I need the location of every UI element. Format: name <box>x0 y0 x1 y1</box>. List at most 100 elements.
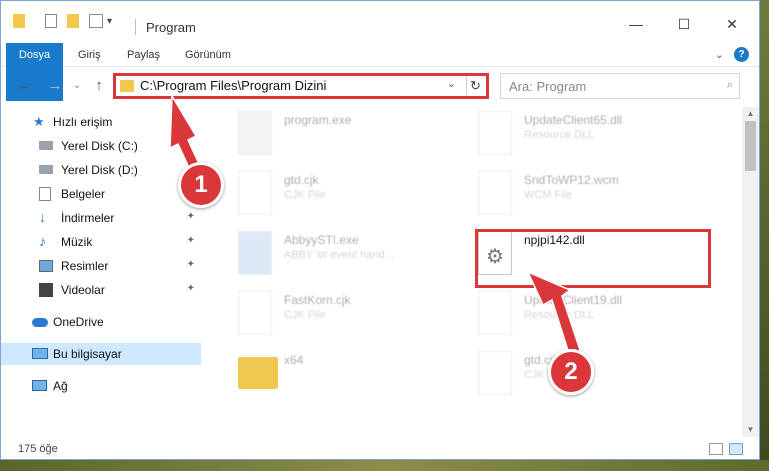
scroll-thumb[interactable] <box>745 121 756 171</box>
file-icon <box>238 291 272 335</box>
file-name: AbbyySTI.exe <box>284 233 359 247</box>
scroll-down-icon[interactable]: ▼ <box>742 423 759 437</box>
sidebar-item-downloads[interactable]: ↓ İndirmeler ✦ <box>1 207 201 229</box>
vertical-scrollbar[interactable]: ▲ ▼ <box>742 107 759 437</box>
callout-badge-2: 2 <box>548 349 594 395</box>
navigation-pane: ★ Hızlı erişim Yerel Disk (C:) Yerel Dis… <box>1 107 204 437</box>
file-name: SndToWP12.wcm <box>524 173 619 187</box>
large-icons-view-icon[interactable] <box>729 443 743 455</box>
sidebar-item-onedrive[interactable]: OneDrive <box>1 311 201 333</box>
dll-icon <box>478 291 512 335</box>
sidebar-item-disk-c[interactable]: Yerel Disk (C:) <box>1 135 201 157</box>
file-item[interactable]: FastKorn.cjk CJK File <box>214 287 464 345</box>
window-title: Program <box>146 20 196 35</box>
address-bar[interactable]: C:\Program Files\Program Dizini ⌄ ↻ <box>113 73 489 99</box>
search-icon[interactable]: ⌕ <box>727 79 733 92</box>
sidebar-item-pictures[interactable]: Resimler ✦ <box>1 255 201 277</box>
file-item[interactable]: x64 <box>214 347 464 405</box>
pin-icon[interactable]: ✦ <box>187 283 195 294</box>
back-button[interactable]: ← <box>15 75 35 97</box>
documents-icon <box>39 187 51 201</box>
file-type: CJK File <box>284 309 326 321</box>
sidebar-item-label: Bu bilgisayar <box>53 347 122 361</box>
forward-button[interactable]: → <box>45 75 65 97</box>
cloud-icon <box>32 318 48 327</box>
file-type: Resource DLL <box>524 129 595 141</box>
sidebar-item-label: Resimler <box>61 259 109 273</box>
file-icon <box>478 171 512 215</box>
checkbox-icon[interactable] <box>45 14 57 28</box>
up-button[interactable]: ↑ <box>89 75 109 97</box>
folder-icon <box>238 357 278 389</box>
sidebar-item-disk-d[interactable]: Yerel Disk (D:) <box>1 159 201 181</box>
folder-icon[interactable] <box>13 14 25 28</box>
sidebar-item-label: İndirmeler <box>61 211 115 225</box>
navigation-bar: ← → ⌄ ↑ C:\Program Files\Program Dizini … <box>1 71 759 101</box>
file-item[interactable]: UpdateClient65.dll Resource DLL <box>454 107 704 165</box>
title-bar: ▾ Program — ☐ ✕ <box>1 1 759 41</box>
file-item[interactable]: gtd.cjk CJK File <box>214 167 464 225</box>
search-box[interactable]: Ara: Program ⌕ <box>500 73 740 99</box>
close-button[interactable]: ✕ <box>709 9 755 39</box>
drive-icon <box>39 165 53 174</box>
sidebar-item-label: Yerel Disk (C:) <box>61 139 138 153</box>
dll-icon <box>478 111 512 155</box>
video-icon <box>39 283 53 297</box>
sidebar-item-label: Belgeler <box>61 187 106 201</box>
help-icon[interactable]: ? <box>734 47 749 62</box>
file-icon <box>478 351 512 395</box>
file-name: UpdateClient19.dll <box>524 293 623 307</box>
tab-home[interactable]: Giriş <box>78 43 101 67</box>
file-item[interactable]: UpdateClient19.dll Resource DLL <box>454 287 704 345</box>
file-item[interactable]: program.exe <box>214 107 464 165</box>
exe-icon <box>238 111 272 155</box>
file-type: Resource DLL <box>524 309 595 321</box>
highlight-box <box>475 229 711 288</box>
recent-locations-button[interactable]: ⌄ <box>67 75 87 97</box>
sidebar-item-quick-access[interactable]: ★ Hızlı erişim <box>1 111 201 133</box>
desktop-background-bottom <box>0 460 769 471</box>
star-icon: ★ <box>33 114 45 129</box>
sidebar-item-network[interactable]: Ağ <box>1 375 201 397</box>
chevron-down-icon[interactable]: ⌄ <box>715 48 724 61</box>
refresh-button[interactable]: ↻ <box>466 77 484 95</box>
file-name: program.exe <box>284 113 352 127</box>
sidebar-item-label: Yerel Disk (D:) <box>61 163 138 177</box>
tab-share[interactable]: Paylaş <box>127 43 160 67</box>
callout-badge-1: 1 <box>178 162 224 208</box>
ribbon: Dosya Giriş Paylaş Görünüm ⌄ ? <box>1 43 759 101</box>
pin-icon[interactable]: ✦ <box>187 259 195 270</box>
pictures-icon <box>39 260 53 272</box>
network-icon <box>32 380 47 391</box>
download-icon: ↓ <box>39 209 46 225</box>
address-dropdown-icon[interactable]: ⌄ <box>447 77 456 90</box>
scroll-up-icon[interactable]: ▲ <box>742 107 759 121</box>
address-path[interactable]: C:\Program Files\Program Dizini <box>140 78 326 93</box>
customize-chevron-icon[interactable]: ▾ <box>107 16 112 27</box>
desktop-background <box>760 0 769 471</box>
file-type: CJK File <box>284 189 326 201</box>
file-name: gtd.cjk <box>284 173 319 187</box>
sidebar-item-music[interactable]: ♪ Müzik ✦ <box>1 231 201 253</box>
file-name: x64 <box>284 353 304 367</box>
details-view-icon[interactable] <box>709 443 723 455</box>
new-folder-icon[interactable] <box>67 14 79 28</box>
file-item[interactable]: AbbyySTI.exe ABBY sti event hand... <box>214 227 464 285</box>
tab-view[interactable]: Görünüm <box>185 43 231 67</box>
sidebar-item-documents[interactable]: Belgeler <box>1 183 201 205</box>
pin-icon[interactable]: ✦ <box>187 211 195 222</box>
properties-icon[interactable] <box>89 14 103 28</box>
minimize-button[interactable]: — <box>613 9 659 39</box>
file-type: WCM File <box>524 189 573 201</box>
title-separator <box>135 19 136 35</box>
item-count: 175 öğe <box>18 443 58 455</box>
file-item[interactable]: SndToWP12.wcm WCM File <box>454 167 704 225</box>
drive-icon <box>39 141 53 150</box>
pin-icon[interactable]: ✦ <box>187 235 195 246</box>
sidebar-item-this-pc[interactable]: Bu bilgisayar <box>1 343 201 365</box>
file-name: UpdateClient65.dll <box>524 113 623 127</box>
file-type: ABBY sti event hand... <box>284 249 394 261</box>
maximize-button[interactable]: ☐ <box>661 9 707 39</box>
sidebar-item-videos[interactable]: Videolar ✦ <box>1 279 201 301</box>
search-input[interactable]: Ara: Program <box>509 79 586 94</box>
